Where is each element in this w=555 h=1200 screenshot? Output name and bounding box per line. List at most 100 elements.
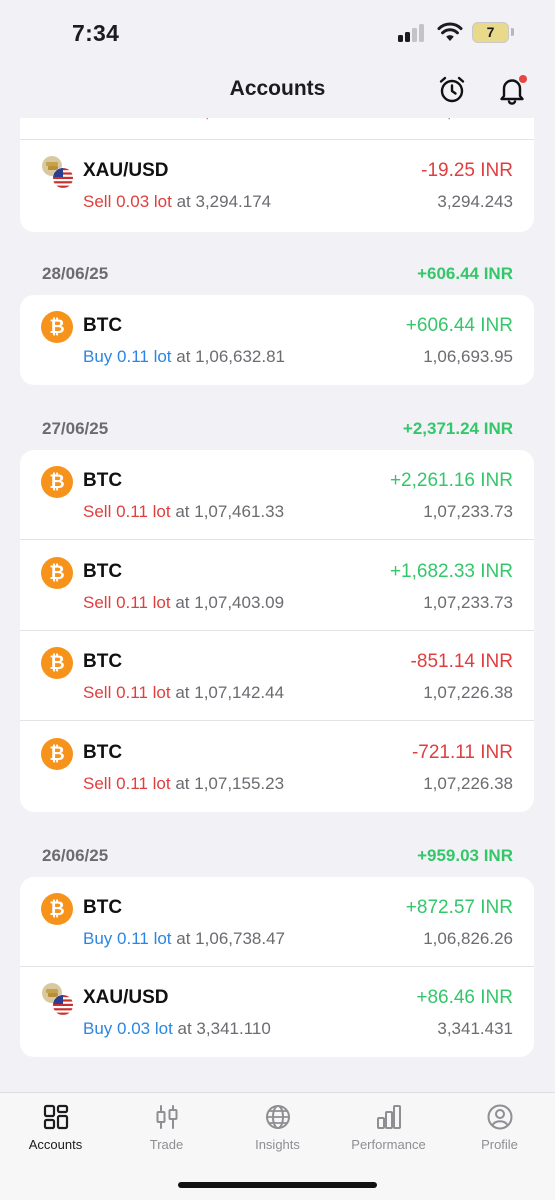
trade-current-price: 3,341.431 (437, 1019, 513, 1038)
trade-symbol: BTC (83, 561, 123, 582)
trade-row[interactable]: ₿ BTC +606.44 INR Buy 0.11 lot at 1,06,632.… (20, 295, 534, 385)
trade-current-price: 1,07,226.38 (423, 774, 513, 793)
trade-symbol: BTC (83, 897, 123, 918)
date-total-pnl: +606.44 INR (417, 264, 513, 283)
gold-usd-icon (41, 983, 74, 1016)
trade-pnl: +606.44 INR (405, 315, 513, 336)
trade-current-price: 1,07,233.73 (423, 593, 513, 612)
trade-entry-price: at 1,07,155.23 (175, 774, 285, 793)
page-title: Accounts (229, 77, 326, 100)
tab-label: Insights (255, 1137, 300, 1152)
app-header: Accounts (0, 66, 555, 118)
trade-symbol: BTC (83, 651, 123, 672)
trade-detail: Sell 0.03 lot at 3,294.174 (83, 192, 271, 212)
trade-entry-price: at 1,07,461.33 (175, 502, 285, 521)
bitcoin-icon: ₿ (41, 466, 73, 498)
tab-insights[interactable]: Insights (222, 1103, 333, 1163)
trade-symbol: XAU/USD (83, 160, 169, 181)
trade-symbol: XAU/USD (83, 987, 169, 1008)
user-circle-icon (487, 1104, 512, 1130)
trade-entry-price: at 3,294.174 (176, 192, 272, 211)
alarm-clock-icon[interactable] (438, 75, 466, 105)
trade-current-price: 1,07,233.73 (423, 502, 513, 521)
bitcoin-icon: ₿ (41, 557, 73, 589)
trade-side: Buy (83, 1019, 113, 1038)
gold-usd-icon (41, 156, 74, 189)
date-header: 27/06/25 (42, 419, 109, 438)
globe-icon (265, 1105, 290, 1129)
notifications-button[interactable] (498, 75, 527, 105)
trade-detail: Buy 0.03 lot at 3,341.110 (83, 1019, 271, 1039)
date-total-pnl: +959.03 INR (417, 846, 513, 865)
trade-side: Buy (83, 347, 113, 366)
bitcoin-icon: ₿ (41, 738, 73, 770)
status-bar: 7:34 7 (0, 0, 555, 66)
trade-row[interactable]: XAU/USD -19.25 INR Sell 0.03 lot at 3,294.… (20, 140, 534, 230)
tab-performance[interactable]: Performance (333, 1103, 444, 1163)
trade-side: Sell (83, 502, 112, 521)
trade-detail: Buy 0.11 lot at 1,06,632.81 (83, 347, 285, 367)
tab-label: Profile (481, 1137, 518, 1152)
trade-row[interactable]: ₿ BTC +2,261.16 INR Sell 0.11 lot at 1,07,4… (20, 450, 534, 540)
bitcoin-icon: ₿ (41, 466, 73, 498)
trade-entry-price: at 1,06,738.47 (176, 929, 285, 948)
trade-pnl: +2,261.16 INR (389, 470, 513, 491)
trade-row[interactable]: ₿ BTC -851.14 INR Sell 0.11 lot at 1,07,142… (20, 631, 534, 721)
trade-pnl: +86.46 INR (416, 987, 513, 1008)
trade-current-price: 3,294.243 (437, 192, 513, 211)
trade-pnl: -19.25 INR (421, 160, 513, 181)
tab-accounts[interactable]: Accounts (0, 1103, 111, 1163)
home-indicator (178, 1182, 377, 1188)
trade-lot: 0.11 lot (116, 774, 171, 793)
trade-symbol: BTC (83, 742, 123, 763)
trade-detail: Sell 0.11 lot at 1,07,403.09 (83, 593, 284, 613)
trade-symbol: BTC (83, 470, 123, 491)
tab-label: Trade (149, 1137, 184, 1152)
trade-side: Sell (83, 192, 112, 211)
trade-current-price: 1,06,693.95 (423, 347, 513, 366)
trade-pnl: +872.57 INR (405, 897, 513, 918)
trade-lot: 0.11 lot (116, 683, 171, 702)
trade-card: ₿ BTC +606.44 INR Buy 0.11 lot at 1,06,632.… (20, 295, 534, 385)
bar-chart-icon (376, 1105, 401, 1129)
bitcoin-icon: ₿ (41, 738, 73, 770)
trade-entry-price: at 1,06,632.81 (176, 347, 285, 366)
bitcoin-icon: ₿ (41, 647, 73, 679)
gold-usd-icon (42, 156, 74, 189)
trade-row[interactable]: ₿ BTC +872.57 INR Buy 0.11 lot at 1,06,738.… (20, 877, 534, 967)
battery-icon: 7 (472, 22, 509, 43)
trade-lot: 0.11 lot (116, 502, 171, 521)
trade-row[interactable]: ₿ BTC -721.11 INR Sell 0.11 lot at 1,07,155… (20, 722, 534, 812)
date-header: 28/06/25 (42, 264, 109, 283)
trade-pnl: -721.11 INR (411, 742, 513, 763)
tab-trade[interactable]: Trade (111, 1103, 222, 1163)
bitcoin-icon: ₿ (41, 893, 73, 925)
trade-detail: Sell 0.11 lot at 1,07,155.23 (83, 774, 284, 794)
notification-badge (519, 75, 527, 83)
trade-current-price: 1,06,826.26 (423, 929, 513, 948)
candlestick-icon (156, 1105, 177, 1129)
trade-detail: Buy 0.11 lot at 1,06,738.47 (83, 929, 285, 949)
bitcoin-icon: ₿ (41, 893, 73, 925)
trade-lot: 0.11 lot (117, 929, 172, 948)
trade-pnl: +1,682.33 INR (389, 561, 513, 582)
trade-row[interactable]: XAU/USD +86.46 INR Buy 0.03 lot at 3,341.1… (20, 967, 534, 1057)
trade-detail: Sell 0.11 lot at 1,07,142.44 (83, 683, 284, 703)
trade-detail: Sell 0.11 lot at 1,07,461.33 (83, 502, 284, 522)
trade-lot: 0.03 lot (116, 192, 172, 211)
trade-pnl: -851.14 INR (410, 651, 513, 672)
trade-current-price: 1,07,226.38 (423, 683, 513, 702)
tab-profile[interactable]: Profile (444, 1103, 555, 1163)
trade-entry-price: at 3,341.110 (177, 1019, 271, 1038)
trade-lot: 0.11 lot (117, 347, 172, 366)
trade-lot: 0.03 lot (117, 1019, 173, 1038)
grid-icon (43, 1104, 68, 1130)
trade-card: ₿ BTC +872.57 INR Buy 0.11 lot at 1,06,738.… (20, 877, 534, 1057)
bitcoin-icon: ₿ (41, 311, 73, 343)
trade-symbol: BTC (83, 315, 123, 336)
trade-row[interactable]: ₿ BTC +1,682.33 INR Sell 0.11 lot at 1,07,4… (20, 541, 534, 631)
date-header: 26/06/25 (42, 846, 109, 865)
trade-card: ₿ BTC +2,261.16 INR Sell 0.11 lot at 1,07,4… (20, 450, 534, 812)
trade-side: Sell (83, 683, 112, 702)
battery-cap (511, 28, 514, 36)
